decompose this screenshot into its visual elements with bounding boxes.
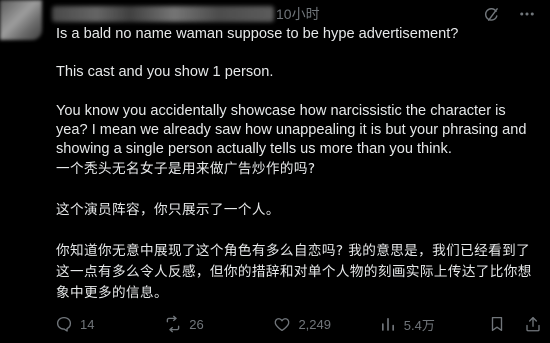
- post-time[interactable]: 10小时: [276, 4, 320, 24]
- post-text-zh-line: 一个秃头无名女子是用来做广告炒作的吗?: [56, 161, 316, 178]
- reply-button[interactable]: 14: [55, 315, 164, 333]
- bookmark-icon[interactable]: [488, 315, 506, 333]
- repost-button[interactable]: 26: [164, 315, 273, 333]
- like-button[interactable]: 2,249: [273, 315, 378, 333]
- repost-icon: [166, 315, 180, 333]
- post-text-zh-line: 你知道你无意中展现了这个角色有多么自恋吗? 我的意思是，我们已经看到了这一点有多…: [56, 242, 532, 302]
- views-count: 5.4万: [403, 317, 435, 333]
- grok-icon[interactable]: [482, 5, 500, 23]
- avatar[interactable]: [0, 0, 42, 40]
- like-count: 2,249: [298, 316, 331, 332]
- reply-count: 14: [80, 316, 95, 332]
- post-text-en-line: Is a bald no name waman suppose to be hy…: [56, 26, 459, 42]
- post-text-en-line: You know you accidentally showcase how n…: [56, 102, 527, 158]
- post-text-zh-line: 这个演员阵容，你只展示了一个人。: [56, 201, 280, 218]
- post[interactable]: 10小时 Is a bald no name waman suppose to …: [0, 0, 550, 343]
- post-header: 10小时: [52, 4, 536, 24]
- reply-icon: [56, 316, 72, 332]
- views-icon: [381, 318, 394, 331]
- header-actions: [482, 5, 536, 23]
- repost-count: 26: [189, 316, 204, 332]
- secondary-actions: [488, 315, 542, 333]
- views-button[interactable]: 5.4万: [379, 315, 488, 334]
- share-icon[interactable]: [524, 315, 542, 333]
- more-icon[interactable]: [518, 5, 536, 23]
- post-text-en-line: This cast and you show 1 person.: [56, 64, 274, 81]
- action-bar: 14 26 2,249 5.4万: [55, 314, 542, 334]
- post-body: Is a bald no name waman suppose to be hy…: [56, 25, 538, 305]
- like-icon: [275, 318, 290, 332]
- author-name-redacted[interactable]: [52, 6, 274, 22]
